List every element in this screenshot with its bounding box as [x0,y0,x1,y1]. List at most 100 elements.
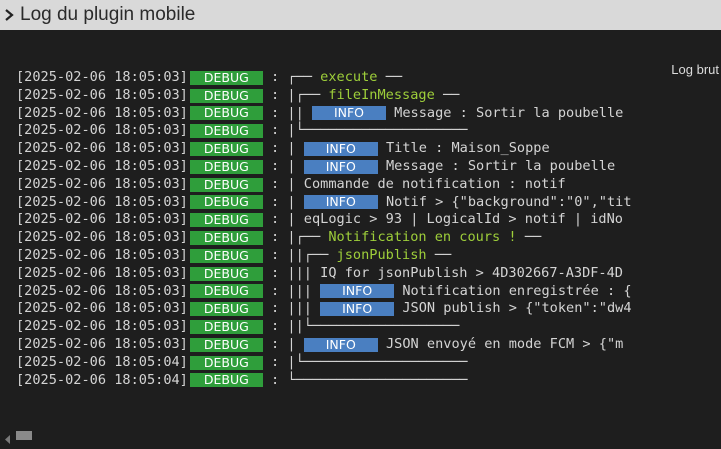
log-tree-prefix: : |└──────────────────── [262,122,468,139]
log-message: jsonPublish [336,246,427,263]
log-tree-prefix: : ||| [262,300,321,317]
chevron-right-icon[interactable] [0,0,18,30]
debug-badge: DEBUG [189,284,263,299]
log-message: JSON envoyé en mode FCM > {"m [377,335,624,352]
log-message: Notif > {"background":"0","tit [377,193,632,210]
log-line: [2025-02-06 18:05:03] DEBUG : | INFO Noti… [16,194,632,212]
debug-badge: DEBUG [189,106,263,121]
panel-header[interactable]: Log du plugin mobile [0,0,721,30]
log-timestamp: [2025-02-06 18:05:03] [16,175,188,192]
log-line: [2025-02-06 18:05:03] DEBUG : |┌── fileIn… [16,87,632,105]
info-badge: INFO [320,302,395,317]
debug-badge: DEBUG [189,355,263,370]
log-line: [2025-02-06 18:05:04] DEBUG : └──────────… [16,372,632,390]
log-message: Message : Sortir la poubelle [377,157,616,174]
info-badge: INFO [303,337,378,352]
log-message: Notification en cours ! [328,229,517,246]
debug-badge: DEBUG [189,213,263,228]
log-tree-prefix: : ┌── [262,69,321,85]
log-timestamp: [2025-02-06 18:05:03] [16,122,188,139]
log-tree-prefix: : |└──────────────────── [262,353,468,370]
log-tree-suffix: ── [516,229,542,246]
log-line: [2025-02-06 18:05:04] DEBUG : |└─────────… [16,354,632,372]
log-line: [2025-02-06 18:05:03] DEBUG : ||┌── jsonP… [16,247,632,265]
log-timestamp: [2025-02-06 18:05:03] [16,104,188,121]
log-message: JSON publish > {"token":"dw4 [394,300,632,317]
log-line: [2025-02-06 18:05:03] DEBUG : ||| INFO No… [16,283,632,301]
log-tree-prefix: : |┌── [262,86,329,103]
debug-badge: DEBUG [189,124,263,139]
debug-badge: DEBUG [189,373,263,388]
log-line: [2025-02-06 18:05:03] DEBUG : | Commande … [16,176,632,194]
info-badge: INFO [311,106,386,121]
debug-badge: DEBUG [189,195,263,210]
log-line: [2025-02-06 18:05:03] DEBUG : |┌── Notifi… [16,229,632,247]
log-timestamp: [2025-02-06 18:05:03] [16,300,188,317]
debug-badge: DEBUG [189,159,263,174]
log-tree-suffix: ── [377,69,403,85]
log-tree-prefix: : || [262,104,312,121]
log-timestamp: [2025-02-06 18:05:03] [16,282,188,299]
log-tree-prefix: : ||└────────────────── [262,318,460,335]
info-badge: INFO [303,142,378,157]
log-tree-suffix: ── [434,86,460,103]
log-tree-prefix: : | [262,175,304,192]
debug-badge: DEBUG [189,320,263,335]
log-timestamp: [2025-02-06 18:05:03] [16,246,188,263]
log-tree-prefix: : ||| [262,282,321,299]
debug-badge: DEBUG [189,248,263,263]
log-message: IQ for jsonPublish > 4D302667-A3DF-4D [320,264,623,281]
log-tree-prefix: : ||┌── [262,246,337,263]
log-timestamp: [2025-02-06 18:05:03] [16,157,188,174]
log-timestamp: [2025-02-06 18:05:04] [16,371,188,388]
log-line: [2025-02-06 18:05:03] DEBUG : ||└────────… [16,318,632,336]
log-message: Notification enregistrée : { [394,282,632,299]
log-tree-prefix: : | [262,335,304,352]
debug-badge: DEBUG [189,337,263,352]
log-message: eqLogic > 93 | LogicalId > notif | idNo [303,211,623,228]
log-line: [2025-02-06 18:05:03] DEBUG : ||| INFO JS… [16,300,632,318]
log-message: Message : Sortir la poubelle [385,104,624,121]
debug-badge: DEBUG [189,88,263,103]
log-line: [2025-02-06 18:05:03] DEBUG : | eqLogic >… [16,211,632,229]
debug-badge: DEBUG [189,177,263,192]
debug-badge: DEBUG [189,231,263,246]
info-badge: INFO [320,284,395,299]
log-line: [2025-02-06 18:05:03] DEBUG : | INFO Mess… [16,158,632,176]
log-tree-prefix: : ||| [262,264,321,281]
log-tree-prefix: : | [262,157,304,174]
info-badge: INFO [303,159,378,174]
debug-badge: DEBUG [189,142,263,157]
scroll-left-icon[interactable] [4,431,12,444]
log-timestamp: [2025-02-06 18:05:03] [16,318,188,335]
log-line: [2025-02-06 18:05:03] DEBUG : | INFO JSON… [16,336,632,354]
debug-badge: DEBUG [189,302,263,317]
debug-badge: DEBUG [189,70,263,85]
log-tree-prefix: : |┌── [262,229,329,246]
raw-log-button[interactable]: Log brut [671,62,719,77]
log-timestamp: [2025-02-06 18:05:03] [16,69,188,85]
log-tree-prefix: : └───────────────────── [262,371,468,388]
log-timestamp: [2025-02-06 18:05:03] [16,86,188,103]
log-output: [2025-02-06 18:05:03] DEBUG : ┌── execute… [16,69,632,389]
log-tree-prefix: : | [262,193,304,210]
log-timestamp: [2025-02-06 18:05:03] [16,229,188,246]
log-timestamp: [2025-02-06 18:05:04] [16,353,188,370]
panel-title: Log du plugin mobile [20,4,196,25]
log-timestamp: [2025-02-06 18:05:03] [16,140,188,157]
log-line: [2025-02-06 18:05:03] DEBUG : ┌── execute… [16,69,632,87]
log-timestamp: [2025-02-06 18:05:03] [16,264,188,281]
log-timestamp: [2025-02-06 18:05:03] [16,193,188,210]
log-message: Title : Maison_Soppe [377,140,550,157]
log-timestamp: [2025-02-06 18:05:03] [16,335,188,352]
log-line: [2025-02-06 18:05:03] DEBUG : | INFO Titl… [16,140,632,158]
log-tree-prefix: : | [262,140,304,157]
log-line: [2025-02-06 18:05:03] DEBUG : |└─────────… [16,122,632,140]
info-badge: INFO [303,195,378,210]
log-tree-suffix: ── [426,246,452,263]
horizontal-scrollbar-thumb[interactable] [16,431,32,440]
log-tree-prefix: : | [262,211,304,228]
log-message: fileInMessage [328,86,435,103]
log-timestamp: [2025-02-06 18:05:03] [16,211,188,228]
debug-badge: DEBUG [189,266,263,281]
